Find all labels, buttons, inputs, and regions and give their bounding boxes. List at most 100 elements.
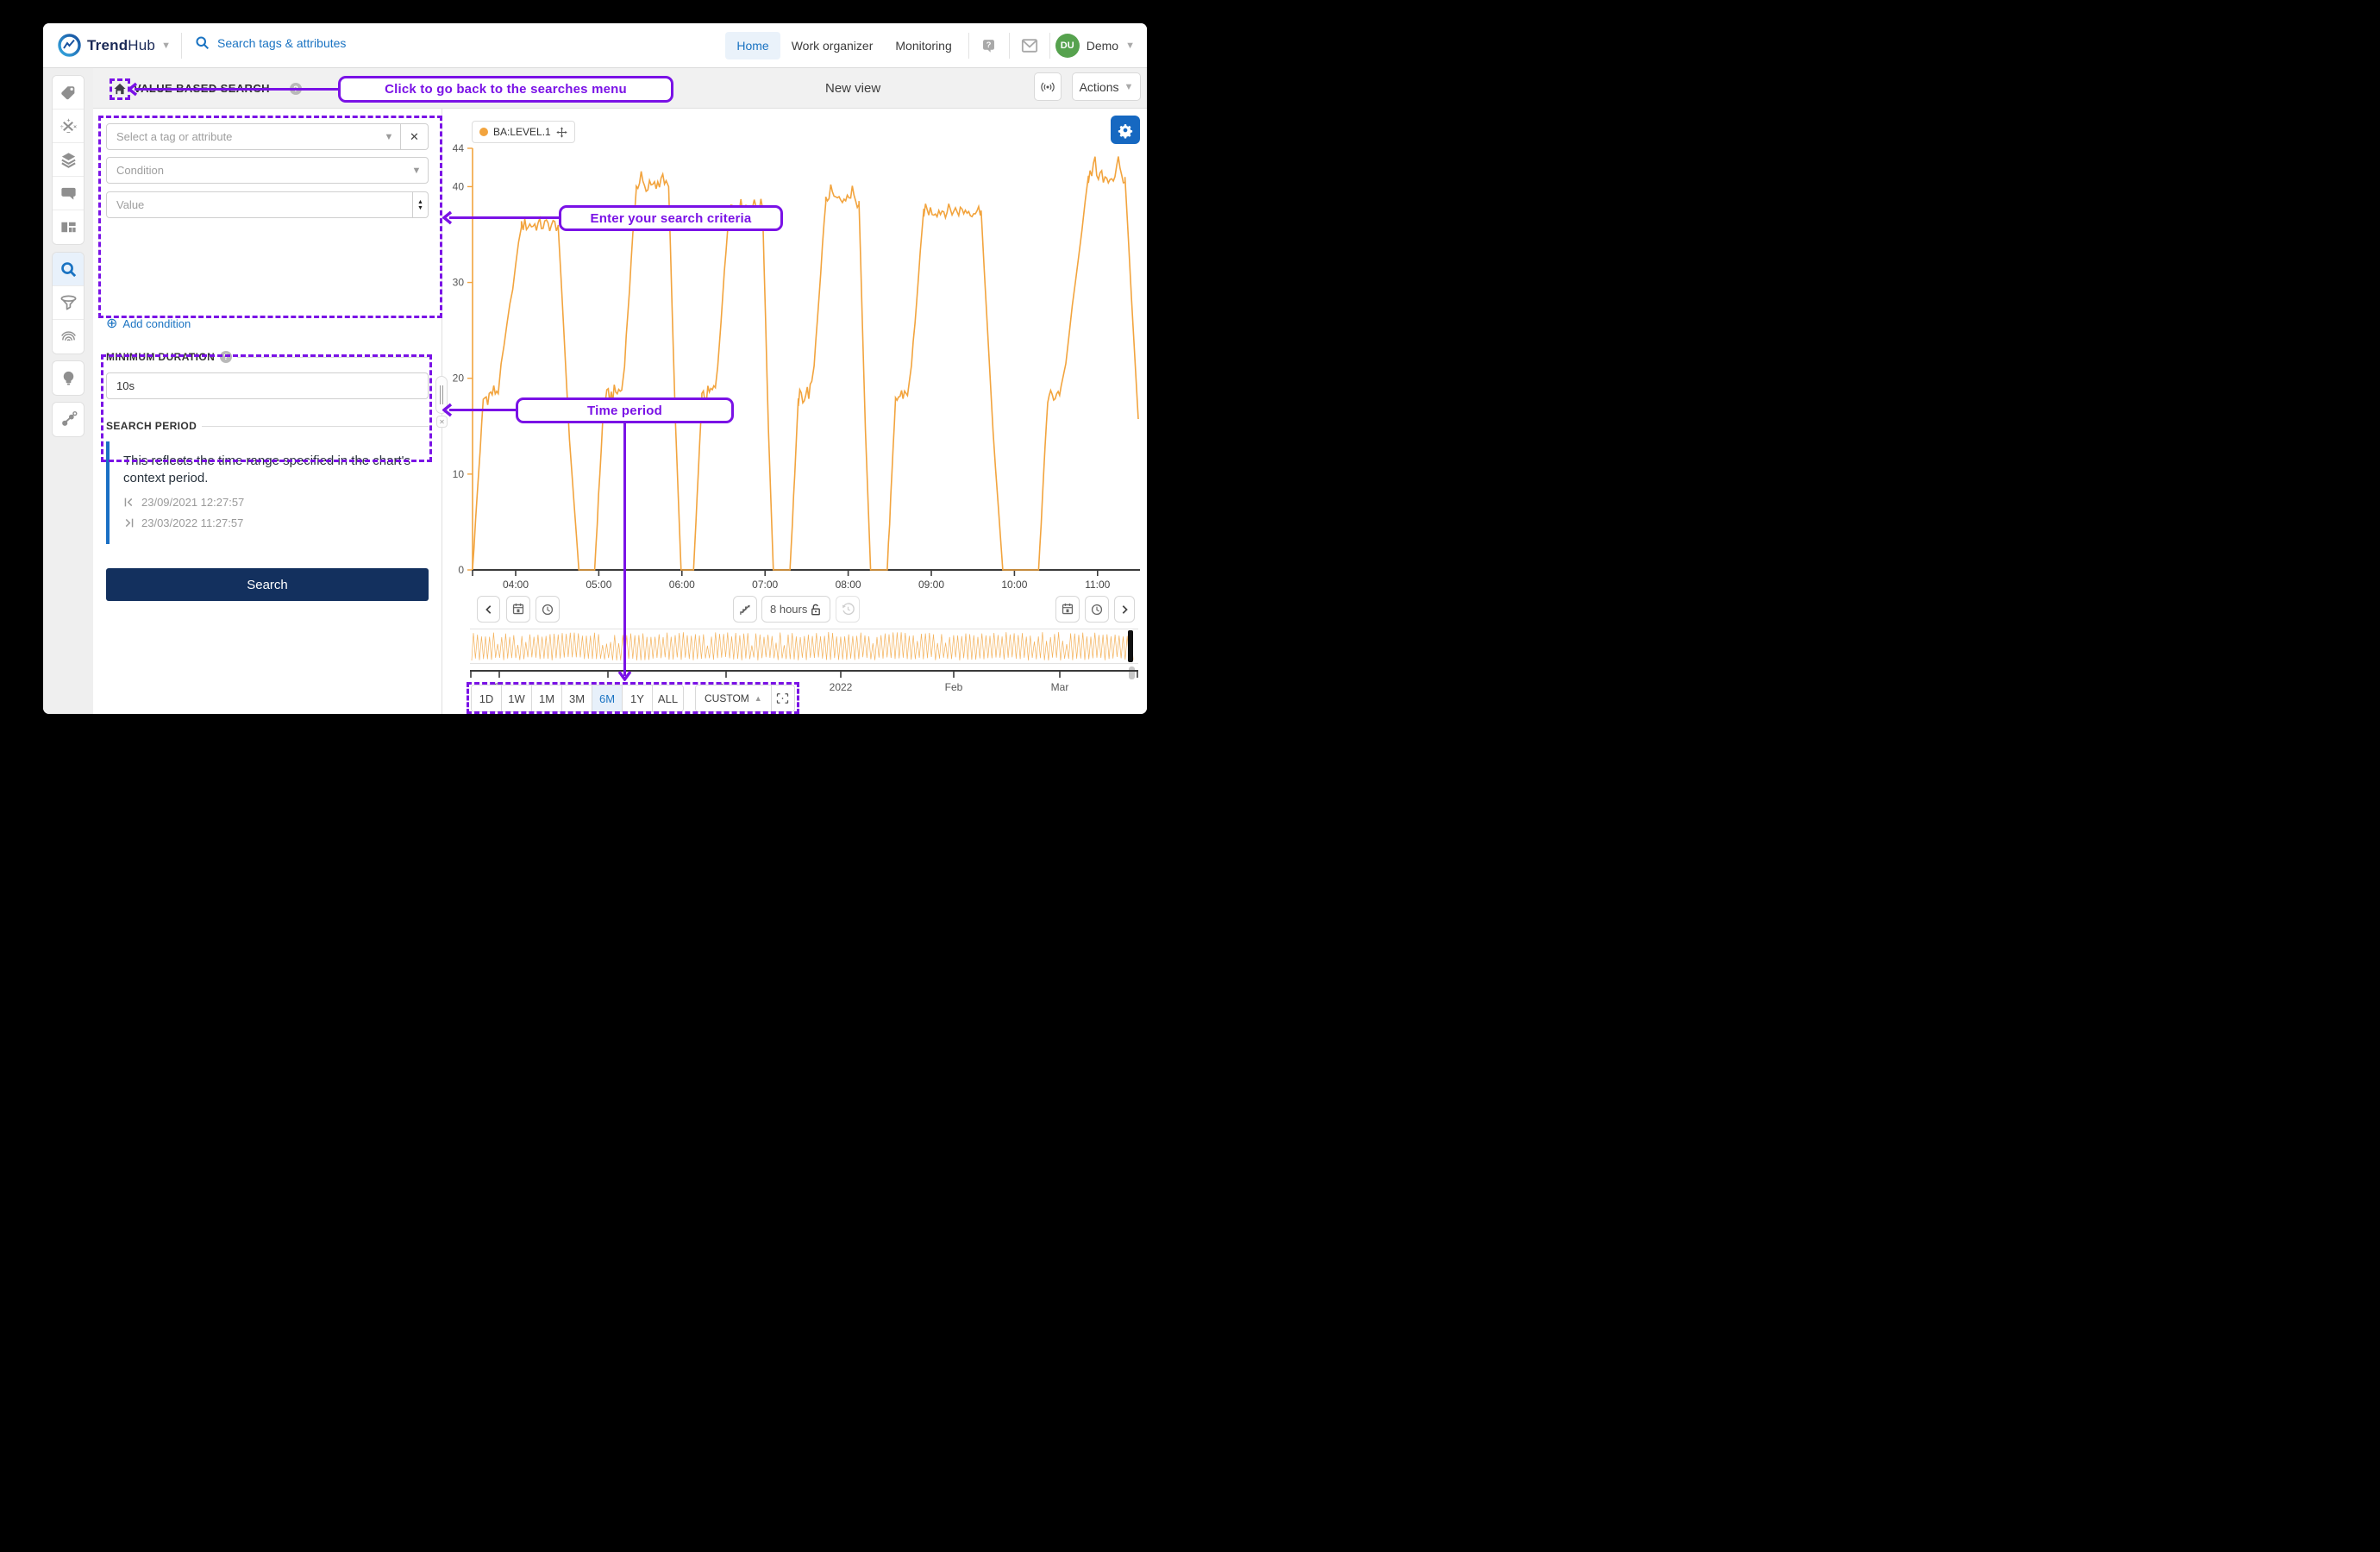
pan-right-button[interactable] (1114, 596, 1135, 623)
annotation-back-note: Click to go back to the searches menu (338, 76, 673, 103)
search-button[interactable]: Search (106, 568, 429, 601)
custom-range-label: CUSTOM (705, 692, 749, 704)
add-condition-label: Add condition (122, 317, 191, 330)
sidebar-item-comment[interactable] (53, 177, 84, 210)
fingerprint-icon (60, 328, 78, 346)
context-brush-handle[interactable] (1128, 630, 1133, 662)
search-period-label: SEARCH PERIOD (106, 420, 197, 432)
sidebar-item-calculation[interactable]: +÷−× (53, 110, 84, 143)
broadcast-icon (1040, 80, 1055, 94)
divider (237, 357, 429, 358)
duration-lock-button[interactable]: 8 hours (761, 596, 830, 623)
set-start-time-button[interactable] (536, 596, 560, 623)
series-legend-chip[interactable]: BA:LEVEL.1 (472, 121, 575, 143)
history-button[interactable] (836, 596, 860, 623)
svg-text:−: − (66, 128, 71, 135)
top-bar: TrendHub ▼ Search tags & attributes Home… (43, 23, 1147, 68)
stepper-down-icon[interactable]: ▼ (417, 205, 423, 211)
steps-scale-icon (738, 603, 752, 616)
annotation-arrowhead-left (442, 403, 453, 417)
range-button-3m[interactable]: 3M (562, 685, 592, 711)
nav-monitoring[interactable]: Monitoring (884, 32, 962, 59)
monotonic-scale-button[interactable] (733, 596, 757, 623)
condition-placeholder: Condition (107, 164, 405, 177)
pan-left-button[interactable] (477, 596, 500, 623)
rail-group (52, 360, 85, 396)
sidebar-item-filter[interactable] (53, 286, 84, 320)
y-tick-label: 30 (453, 277, 465, 289)
live-mode-button[interactable] (1034, 72, 1062, 101)
rail-group (52, 402, 85, 437)
sidebar-item-lightbulb[interactable] (53, 361, 84, 395)
account-name: Demo (1087, 39, 1118, 53)
value-placeholder: Value (107, 198, 412, 211)
x-tick-label: 08:00 (836, 579, 861, 588)
annotation-time-period-vline (623, 423, 626, 676)
range-button-1y[interactable]: 1Y (623, 685, 653, 711)
annotation-arrowhead-left (128, 82, 138, 97)
set-end-time-button[interactable] (1085, 596, 1109, 623)
annotation-criteria-note: Enter your search criteria (559, 205, 783, 231)
nav-home[interactable]: Home (725, 32, 780, 59)
sidebar-item-layers[interactable] (53, 143, 84, 177)
context-period-overview[interactable] (470, 629, 1138, 664)
x-tick-label: 05:00 (586, 579, 611, 588)
stepper-up-icon[interactable]: ▲ (417, 199, 423, 205)
set-start-date-button[interactable] (506, 596, 530, 623)
actions-button[interactable]: Actions ▼ (1072, 72, 1141, 101)
add-condition-button[interactable]: ⊕ Add condition (106, 315, 191, 332)
trend-chart[interactable]: 0102030404404:0005:0006:0007:0008:0009:0… (452, 118, 1147, 588)
set-end-date-button[interactable] (1055, 596, 1080, 623)
tag-select-field[interactable]: Select a tag or attribute ▼ ✕ (106, 123, 429, 150)
custom-range-button[interactable]: CUSTOM ▲ (696, 685, 772, 711)
global-search[interactable]: Search tags & attributes (195, 35, 346, 50)
brand-chevron-down-icon[interactable]: ▼ (161, 41, 171, 51)
range-button-1m[interactable]: 1M (532, 685, 562, 711)
divider (968, 33, 969, 59)
history-icon (841, 602, 855, 616)
chart-settings-button[interactable] (1111, 116, 1140, 144)
fit-range-button[interactable] (772, 685, 794, 711)
account-menu[interactable]: DU Demo ▼ (1055, 34, 1135, 58)
sidebar-item-tag[interactable] (53, 76, 84, 110)
chevron-left-icon (484, 604, 494, 616)
top-navigation: Home Work organizer Monitoring ? D (725, 23, 1147, 68)
x-tick-label: 09:00 (918, 579, 944, 588)
series-color-dot (479, 128, 488, 136)
condition-select-field[interactable]: Condition ▼ (106, 157, 429, 184)
chevron-up-icon: ▲ (755, 694, 762, 703)
minimum-duration-help-icon[interactable]: ? (220, 351, 232, 363)
trendhub-logo[interactable]: TrendHub ▼ (58, 34, 171, 57)
value-input-field[interactable]: Value ▲▼ (106, 191, 429, 218)
value-based-search-panel: Select a tag or attribute ▼ ✕ Condition … (93, 109, 442, 714)
y-tick-label: 20 (453, 372, 465, 385)
move-icon[interactable] (556, 127, 567, 138)
minimum-duration-input[interactable]: 10s (106, 372, 429, 399)
tag-select-chevron-down-icon[interactable]: ▼ (378, 132, 400, 142)
sidebar-item-dashboard-tiles[interactable] (53, 210, 84, 244)
condition-chevron-down-icon[interactable]: ▼ (405, 166, 428, 176)
mail-icon (1021, 38, 1038, 53)
range-button-all[interactable]: ALL (653, 685, 683, 711)
sidebar-item-recommendations[interactable] (53, 403, 84, 436)
series-name: BA:LEVEL.1 (493, 126, 551, 138)
annotation-time-period-arrow (449, 409, 516, 411)
period-start-icon (123, 497, 135, 508)
help-button[interactable]: ? (974, 37, 1004, 54)
clock-icon (1090, 603, 1104, 616)
plus-circle-icon: ⊕ (106, 315, 117, 332)
clock-icon (541, 603, 554, 616)
range-button-1w[interactable]: 1W (502, 685, 532, 711)
panel-collapse-button[interactable]: ✕ (436, 416, 448, 428)
messages-button[interactable] (1015, 38, 1044, 53)
value-stepper[interactable]: ▲▼ (412, 192, 428, 217)
sidebar-item-search[interactable] (53, 253, 84, 286)
tag-icon (60, 84, 78, 102)
tag-clear-icon[interactable]: ✕ (401, 130, 428, 144)
range-button-6m[interactable]: 6M (592, 685, 623, 711)
nav-work-organizer[interactable]: Work organizer (780, 32, 885, 59)
range-button-1d[interactable]: 1D (472, 685, 502, 711)
period-start-value: 23/09/2021 12:27:57 (141, 496, 244, 509)
sidebar-item-fingerprint[interactable] (53, 320, 84, 354)
x-tick-label: 11:00 (1085, 579, 1110, 588)
